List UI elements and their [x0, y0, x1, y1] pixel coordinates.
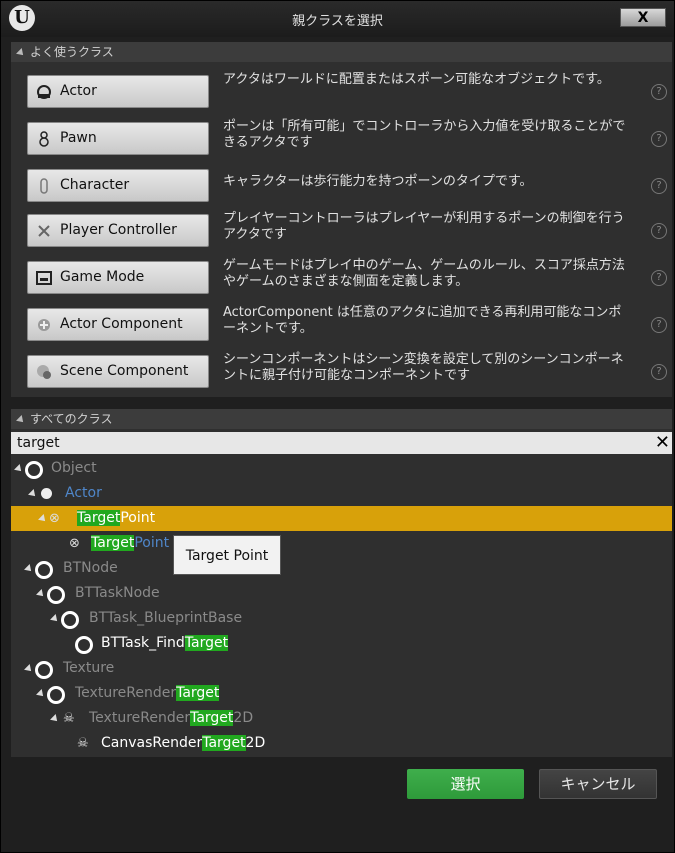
select-button[interactable]: 選択 — [407, 769, 524, 799]
class-description: ゲームモードはプレイ中のゲーム、ゲームのルール、スコア採点方法やゲームのさまざま… — [223, 258, 625, 289]
actor-ball-icon — [41, 488, 52, 499]
help-icon[interactable]: ? — [651, 223, 667, 239]
tree-item-bttask-findtarget[interactable]: BTTask_FindTarget — [11, 631, 672, 656]
expand-arrow-icon[interactable] — [50, 614, 60, 624]
scene-component-class-button[interactable]: Scene Component — [27, 355, 209, 388]
close-button[interactable]: X — [620, 8, 666, 27]
render-target-icon: ☠ — [63, 711, 75, 726]
class-node-icon — [35, 661, 53, 679]
class-node-icon — [47, 686, 65, 704]
expand-arrow-icon[interactable] — [14, 464, 24, 474]
actor-component-class-button[interactable]: Actor Component — [27, 308, 209, 341]
help-icon[interactable]: ? — [651, 178, 667, 194]
expand-arrow-icon[interactable] — [36, 689, 46, 699]
help-icon[interactable]: ? — [651, 270, 667, 286]
pawn-icon — [39, 131, 49, 147]
expand-arrow-icon[interactable] — [38, 514, 48, 524]
character-class-button[interactable]: Character — [27, 169, 209, 202]
game-mode-class-button[interactable]: Game Mode — [27, 261, 209, 294]
all-classes-panel: すべてのクラス target ✕ Object Actor ⊗ TargetPo… — [11, 409, 672, 757]
class-description: ActorComponent は任意のアクタに追加できる再利用可能なコンポーネン… — [223, 305, 622, 336]
target-point-icon: ⊗ — [69, 536, 80, 551]
common-class-row-actor: Actor アクタはワールドに配置またはスポーン可能なオブジェクトです。 ? — [11, 72, 672, 119]
scene-component-icon — [37, 365, 51, 379]
class-description: シーンコンポーネントはシーン変換を設定して別のシーンコンポーネントに親子付け可能… — [223, 352, 624, 383]
help-icon[interactable]: ? — [651, 131, 667, 147]
tree-item-canvasrendertarget2d[interactable]: ☠ CanvasRenderTarget2D — [11, 731, 672, 756]
tree-item-texturerendertarget2d[interactable]: ☠ TextureRenderTarget2D — [11, 706, 672, 731]
all-classes-header[interactable]: すべてのクラス — [11, 409, 672, 429]
collapse-triangle-icon — [16, 414, 26, 425]
help-icon[interactable]: ? — [651, 84, 667, 100]
common-classes-panel: よく使うクラス Actor アクタはワールドに配置またはスポーン可能なオブジェク… — [11, 42, 672, 397]
render-target-icon: ☠ — [77, 736, 89, 751]
tree-item-texture[interactable]: Texture — [11, 656, 672, 681]
class-node-icon — [25, 461, 43, 479]
cancel-button[interactable]: キャンセル — [539, 769, 657, 799]
class-node-icon — [35, 561, 53, 579]
class-description: キャラクターは歩行能力を持つポーンのタイプです。 — [223, 174, 533, 189]
tree-item-btnode[interactable]: BTNode — [11, 556, 672, 581]
expand-arrow-icon[interactable] — [24, 664, 34, 674]
common-class-row-game-mode: Game Mode ゲームモードはプレイ中のゲーム、ゲームのルール、スコア採点方… — [11, 258, 672, 305]
common-classes-header[interactable]: よく使うクラス — [11, 42, 672, 62]
player-controller-icon — [38, 225, 50, 237]
tooltip: Target Point — [173, 535, 281, 575]
help-icon[interactable]: ? — [651, 364, 667, 380]
expand-arrow-icon[interactable] — [28, 489, 38, 499]
class-description: ポーンは「所有可能」でコントローラから入力値を受け取ることができるアクタです — [223, 119, 626, 150]
clear-search-icon[interactable]: ✕ — [655, 432, 670, 454]
actor-icon — [37, 85, 51, 99]
common-class-row-actor-component: Actor Component ActorComponent は任意のアクタに追… — [11, 305, 672, 352]
expand-arrow-icon[interactable] — [24, 564, 34, 574]
class-description: プレイヤーコントローラはプレイヤーが利用するポーンの制御を行うアクタです — [223, 211, 625, 242]
target-point-icon: ⊗ — [49, 511, 60, 526]
common-class-row-player-controller: Player Controller プレイヤーコントローラはプレイヤーが利用する… — [11, 211, 672, 258]
class-search-input[interactable]: target ✕ — [11, 432, 672, 454]
player-controller-class-button[interactable]: Player Controller — [27, 214, 209, 247]
common-class-row-pawn: Pawn ポーンは「所有可能」でコントローラから入力値を受け取ることができるアク… — [11, 119, 672, 166]
class-node-icon — [47, 586, 65, 604]
tree-item-bttask-blueprintbase[interactable]: BTTask_BlueprintBase — [11, 606, 672, 631]
tree-item-object[interactable]: Object — [11, 456, 672, 481]
class-node-icon — [75, 636, 93, 654]
class-node-icon — [61, 611, 79, 629]
title-bar: U 親クラスを選択 X — [1, 1, 674, 37]
tree-item-targetpoint-parent[interactable]: ⊗ TargetPoint — [11, 506, 672, 531]
tree-item-targetpoint-child[interactable]: ⊗ TargetPoint — [11, 531, 672, 556]
tree-item-bttasknode[interactable]: BTTaskNode — [11, 581, 672, 606]
tree-item-texturerendertarget[interactable]: TextureRenderTarget — [11, 681, 672, 706]
actor-component-icon — [38, 319, 50, 331]
common-class-row-character: Character キャラクターは歩行能力を持つポーンのタイプです。 ? — [11, 169, 672, 213]
collapse-triangle-icon — [16, 47, 26, 58]
dialog-window: U 親クラスを選択 X よく使うクラス Actor アクタはワールドに配置または… — [0, 0, 675, 853]
actor-class-button[interactable]: Actor — [27, 75, 209, 108]
character-icon — [40, 178, 48, 194]
common-class-row-scene-component: Scene Component シーンコンポーネントはシーン変換を設定して別のシ… — [11, 352, 672, 399]
tree-item-actor[interactable]: Actor — [11, 481, 672, 506]
help-icon[interactable]: ? — [651, 317, 667, 333]
dialog-title: 親クラスを選択 — [292, 14, 383, 29]
expand-arrow-icon[interactable] — [36, 589, 46, 599]
class-description: アクタはワールドに配置またはスポーン可能なオブジェクトです。 — [223, 72, 610, 87]
pawn-class-button[interactable]: Pawn — [27, 122, 209, 155]
expand-arrow-icon[interactable] — [50, 714, 60, 724]
game-mode-icon — [36, 271, 52, 285]
